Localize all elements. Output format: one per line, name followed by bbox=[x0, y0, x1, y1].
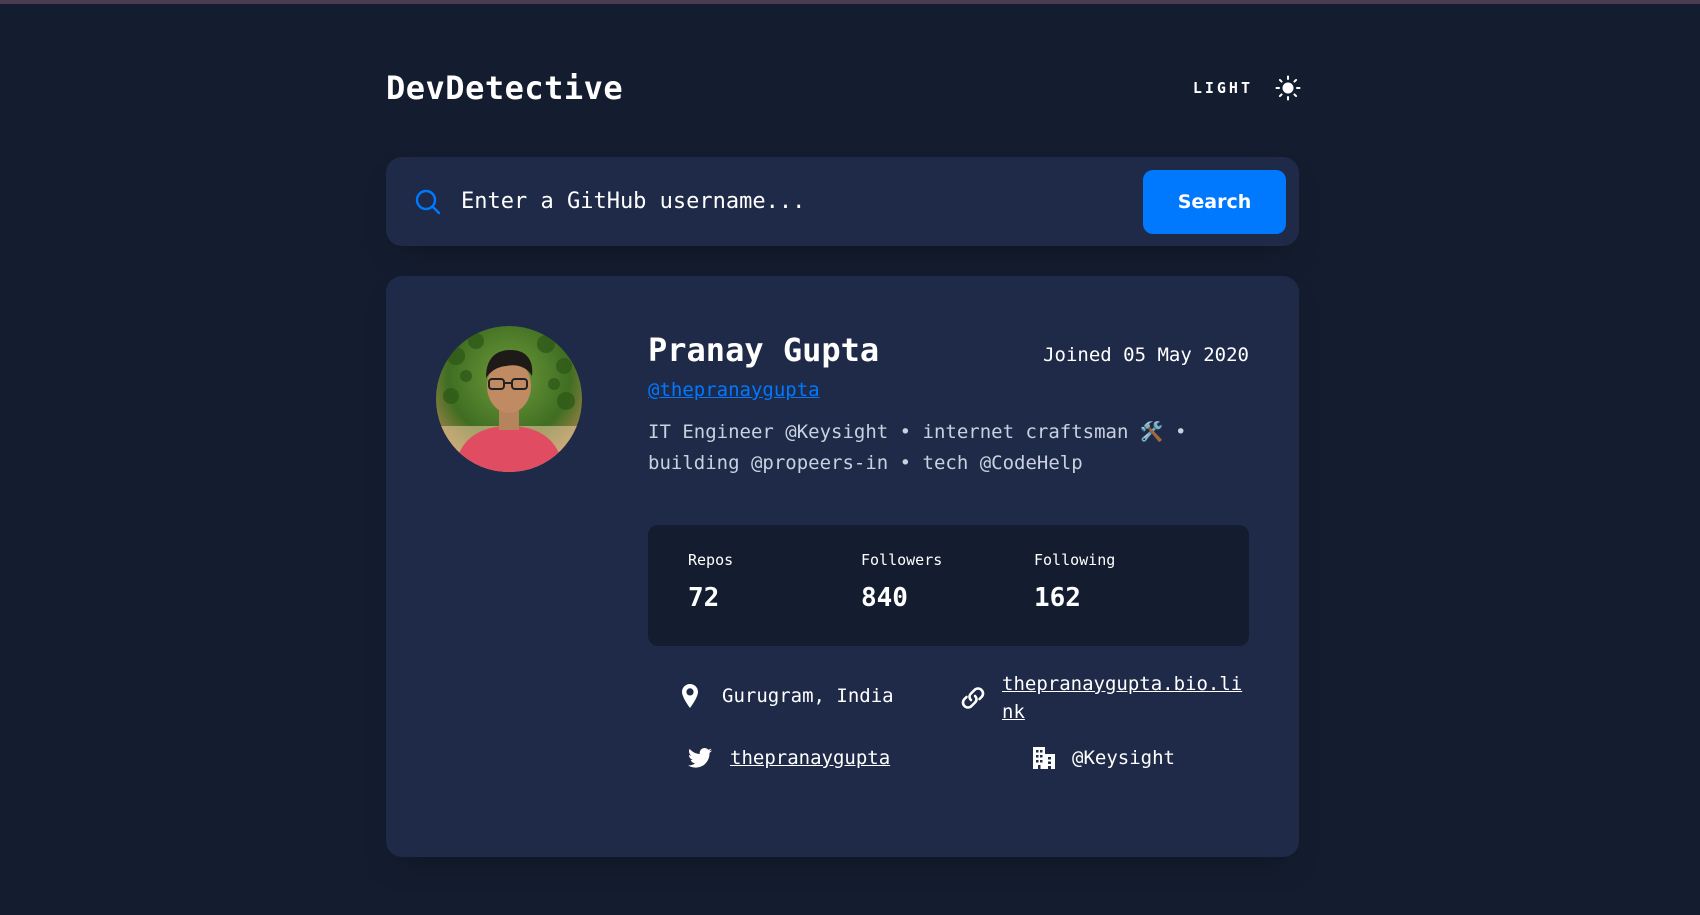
joined-date: Joined 05 May 2020 bbox=[1043, 344, 1249, 366]
location-pin-icon bbox=[682, 684, 698, 708]
profile-card: Pranay Gupta Joined 05 May 2020 @thepran… bbox=[386, 276, 1299, 857]
search-icon bbox=[414, 188, 442, 216]
building-icon bbox=[1032, 746, 1056, 770]
profile-links: Gurugram, India thepranaygupta.bio.link bbox=[648, 670, 1249, 820]
search-button[interactable]: Search bbox=[1143, 169, 1286, 234]
blog-link[interactable]: thepranaygupta.bio.link bbox=[1002, 670, 1247, 726]
profile-bio: IT Engineer @Keysight • internet craftsm… bbox=[648, 421, 1187, 474]
twitter-item: thepranaygupta bbox=[688, 744, 890, 772]
stat-followers: Followers 840 bbox=[861, 551, 1034, 646]
link-chain-icon bbox=[960, 685, 986, 711]
search-input[interactable] bbox=[461, 171, 1143, 232]
stat-label: Repos bbox=[688, 551, 734, 569]
twitter-icon bbox=[688, 748, 712, 768]
avatar bbox=[436, 326, 582, 472]
search-bar: Search bbox=[386, 157, 1299, 246]
stat-value: 840 bbox=[861, 583, 908, 613]
app-container: DevDetective LIGHT Enter a GitHub userna… bbox=[386, 55, 1301, 857]
window-top-border bbox=[0, 0, 1700, 4]
stat-label: Followers bbox=[861, 551, 943, 569]
header: DevDetective LIGHT bbox=[386, 55, 1301, 121]
stat-value: 72 bbox=[688, 583, 720, 613]
twitter-link[interactable]: thepranaygupta bbox=[730, 744, 890, 772]
stat-repos: Repos 72 bbox=[688, 551, 861, 646]
stat-following: Following 162 bbox=[1034, 551, 1207, 646]
company-item: @Keysight bbox=[1032, 744, 1175, 772]
theme-toggle-label[interactable]: LIGHT bbox=[1193, 79, 1253, 97]
profile-name: Pranay Gupta bbox=[648, 331, 880, 369]
name-row: Pranay Gupta Joined 05 May 2020 bbox=[648, 331, 1249, 369]
location-text: Gurugram, India bbox=[722, 685, 894, 707]
theme-toggle[interactable]: LIGHT bbox=[1193, 75, 1301, 101]
blog-item: thepranaygupta.bio.link bbox=[960, 670, 1247, 726]
stat-label: Following bbox=[1034, 551, 1116, 569]
stat-value: 162 bbox=[1034, 583, 1081, 613]
location-item: Gurugram, India bbox=[682, 682, 894, 710]
company-text: @Keysight bbox=[1072, 747, 1175, 769]
profile-info: Pranay Gupta Joined 05 May 2020 @thepran… bbox=[648, 331, 1249, 820]
app-logo: DevDetective bbox=[386, 69, 624, 107]
profile-handle-link[interactable]: @thepranaygupta bbox=[648, 379, 820, 401]
sun-icon[interactable] bbox=[1275, 75, 1301, 101]
stats-panel: Repos 72 Followers 840 Following 162 bbox=[648, 525, 1249, 646]
